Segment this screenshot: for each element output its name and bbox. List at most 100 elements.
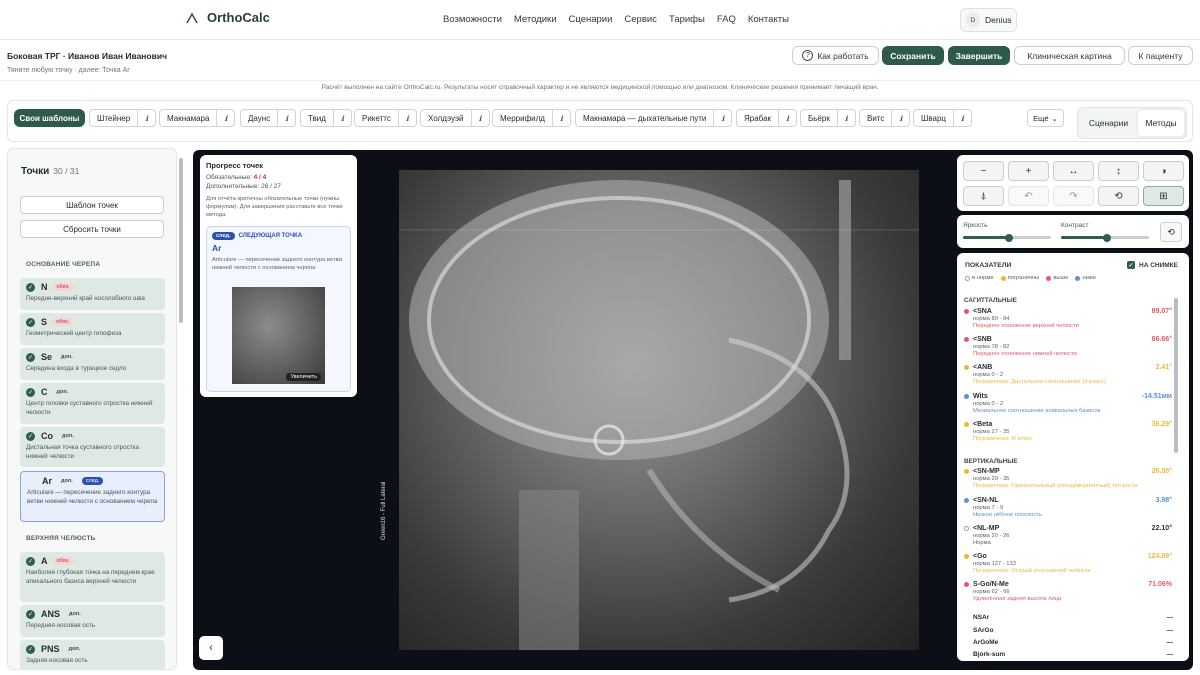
metric-plain-row[interactable]: SArGo —	[973, 627, 1173, 634]
metric-row[interactable]: S-Go/N-Me 71.06% норма 62 - 66 Удлинённая з…	[964, 581, 1172, 602]
info-icon[interactable]: ℹ	[137, 110, 155, 126]
points-title: Точки 30 / 31	[21, 166, 79, 177]
template-mcnamara-airway[interactable]: Макнамара — дыхательные пути ℹ	[575, 109, 733, 127]
menu-methods[interactable]: Методики	[514, 14, 557, 25]
metric-row[interactable]: <Beta 36.29° норма 27 - 35 Пограничная: III…	[964, 421, 1172, 442]
fit-width-button[interactable]: ↔	[1053, 161, 1094, 181]
redo-button[interactable]: ↷	[1053, 186, 1094, 206]
legend-norm: в норме	[965, 275, 994, 281]
how-it-works-button[interactable]: ? Как работать	[792, 46, 879, 65]
template-ricketts[interactable]: Рикеттс ℹ	[354, 109, 417, 127]
cephalogram-image[interactable]	[399, 170, 919, 650]
template-mcnamara[interactable]: Макнамара ℹ	[159, 109, 236, 127]
collapse-button[interactable]: ‹	[199, 636, 223, 660]
clinical-picture-button[interactable]: Клиническая картина	[1014, 46, 1125, 65]
point-item-Ar[interactable]: Ar доп. след. Articulare — пересечение зад…	[20, 471, 165, 522]
to-patient-button[interactable]: К пациенту	[1128, 46, 1193, 65]
optional-badge: доп.	[69, 611, 81, 617]
metric-plain-row[interactable]: ArGoMe —	[973, 639, 1173, 646]
point-item-A[interactable]: ✓ Aобяз. Наиболее глубокая точка на перед…	[20, 552, 165, 602]
template-tweed[interactable]: Твид ℹ	[300, 109, 352, 127]
metric-value: 3.98°	[1155, 497, 1172, 504]
finish-button[interactable]: Завершить	[948, 46, 1010, 65]
metric-row[interactable]: <SN-NL 3.98° норма 7 - 9 Низкое нёбное плос…	[964, 497, 1172, 518]
own-templates-button[interactable]: Свои шаблоны	[14, 109, 85, 127]
metric-value: 71.06%	[1148, 581, 1172, 588]
metric-row[interactable]: <Go 124.09° норма 127 - 133 Пограничная: Ос…	[964, 553, 1172, 574]
metric-plain-row[interactable]: NSAr —	[973, 614, 1173, 621]
point-name: Co	[41, 431, 53, 441]
reset-adjust-button[interactable]: ⟲	[1160, 222, 1182, 242]
point-item-Se[interactable]: ✓ Se доп. Середина входа в турецкое седло	[20, 348, 165, 380]
point-item-N[interactable]: ✓ Nобяз. Передне-верхний край носолобного…	[20, 278, 165, 310]
info-icon[interactable]: ℹ	[713, 110, 731, 126]
metric-row[interactable]: <SNB 86.66° норма 78 - 82 Переднее положени…	[964, 336, 1172, 357]
info-icon[interactable]: ℹ	[891, 110, 909, 126]
template-downs[interactable]: Даунс ℹ	[240, 109, 297, 127]
brightness-handle[interactable]	[1004, 234, 1013, 242]
point-item-Co[interactable]: ✓ Co доп. Дистальная точка суставного отро…	[20, 427, 165, 467]
on-image-toggle[interactable]: ✓ НА СНИМКЕ	[1127, 261, 1178, 269]
points-template-button[interactable]: Шаблон точек	[20, 196, 164, 214]
contrast-handle[interactable]	[1102, 234, 1111, 242]
metric-row[interactable]: Wits -14.51мм норма 0 - 2 Мезиальное соотно…	[964, 393, 1172, 414]
user-menu[interactable]: D Denius	[960, 8, 1017, 32]
metric-name: <NL-MP	[964, 525, 999, 532]
metric-row[interactable]: <SN-MP 26.08° норма 29 - 35 Пограничная: Го…	[964, 468, 1172, 489]
rotate-button[interactable]: ⟲	[1098, 186, 1139, 206]
menu-service[interactable]: Сервис	[624, 14, 657, 25]
grid-toggle-button[interactable]: ⊞	[1143, 186, 1184, 206]
points-scrollbar[interactable]	[179, 158, 183, 323]
point-item-C[interactable]: ✓ Cдоп. Центр головки суставного отростка…	[20, 383, 165, 424]
next-point-thumbnail[interactable]: Увеличить	[232, 287, 325, 384]
template-holdaway[interactable]: Холдэуэй ℹ	[420, 109, 490, 127]
point-item-ANS[interactable]: ✓ ANS доп. Передняя носовая ость	[20, 605, 165, 637]
menu-contacts[interactable]: Контакты	[748, 14, 789, 25]
zoom-in-button[interactable]: +	[1008, 161, 1049, 181]
template-steiner[interactable]: Штейнер ℹ	[89, 109, 157, 127]
menu-faq[interactable]: FAQ	[717, 14, 736, 25]
invert-button[interactable]: ◑	[1143, 161, 1184, 181]
info-icon[interactable]: ℹ	[470, 110, 489, 126]
point-item-S[interactable]: ✓ Sобяз. Геометрический центр гипофиза	[20, 313, 165, 345]
info-icon[interactable]: ℹ	[952, 110, 971, 126]
point-item-PNS[interactable]: ✓ PNS доп. Задняя носовая ость	[20, 640, 165, 669]
template-merrifield[interactable]: Меррифилд ℹ	[492, 109, 571, 127]
template-jarabak[interactable]: Ярабак ℹ	[736, 109, 798, 127]
template-bjork[interactable]: Бьёрк ℹ	[800, 109, 856, 127]
point-desc: Передне-верхний край носолобного шва	[26, 295, 145, 302]
metric-row[interactable]: <NL-MP 22.10° норма 20 - 26 Норма	[964, 525, 1172, 546]
info-icon[interactable]: ℹ	[397, 110, 416, 126]
undo-button[interactable]: ↶	[1008, 186, 1049, 206]
point-name: N	[41, 282, 48, 292]
info-icon[interactable]: ℹ	[332, 110, 351, 126]
reset-points-button[interactable]: Сбросить точки	[20, 220, 164, 238]
template-wits[interactable]: Витс ℹ	[859, 109, 911, 127]
template-schwarz[interactable]: Шварц ℹ	[913, 109, 972, 127]
info-icon[interactable]: ℹ	[836, 110, 855, 126]
info-icon[interactable]: ℹ	[216, 110, 234, 126]
metric-row[interactable]: <ANB 2.41° норма 0 - 2 Пограничная: Дисталь…	[964, 364, 1172, 385]
metrics-scrollbar[interactable]	[1174, 298, 1178, 453]
menu-features[interactable]: Возможности	[443, 14, 502, 25]
page-title: Боковая ТРГ · Иванов Иван Иванович	[7, 51, 168, 61]
brand-logo[interactable]: OrthoCalc	[185, 10, 270, 25]
metric-row[interactable]: <SNA 89.07° норма 80 - 84 Переднее положени…	[964, 308, 1172, 329]
group-vertical: ВЕРТИКАЛЬНЫЕ	[964, 458, 1018, 465]
metric-plain-row[interactable]: Bjork-sum —	[973, 651, 1173, 658]
point-name: A	[41, 556, 48, 566]
measure-button[interactable]: ⍋	[963, 186, 1004, 206]
info-icon[interactable]: ℹ	[778, 110, 796, 126]
zoom-button[interactable]: Увеличить	[286, 373, 321, 381]
tab-methods[interactable]: Методы	[1138, 110, 1184, 136]
tab-scenarios[interactable]: Сценарии	[1081, 110, 1136, 136]
fit-height-button[interactable]: ↕	[1098, 161, 1139, 181]
more-dropdown[interactable]: Ещё ⌄	[1027, 109, 1064, 127]
menu-scenarios[interactable]: Сценарии	[569, 14, 613, 25]
menu-pricing[interactable]: Тарифы	[669, 14, 705, 25]
zoom-out-button[interactable]: −	[963, 161, 1004, 181]
metric-value: 86.66°	[1151, 336, 1172, 343]
info-icon[interactable]: ℹ	[551, 110, 570, 126]
info-icon[interactable]: ℹ	[277, 110, 295, 126]
save-button[interactable]: Сохранить	[882, 46, 944, 65]
